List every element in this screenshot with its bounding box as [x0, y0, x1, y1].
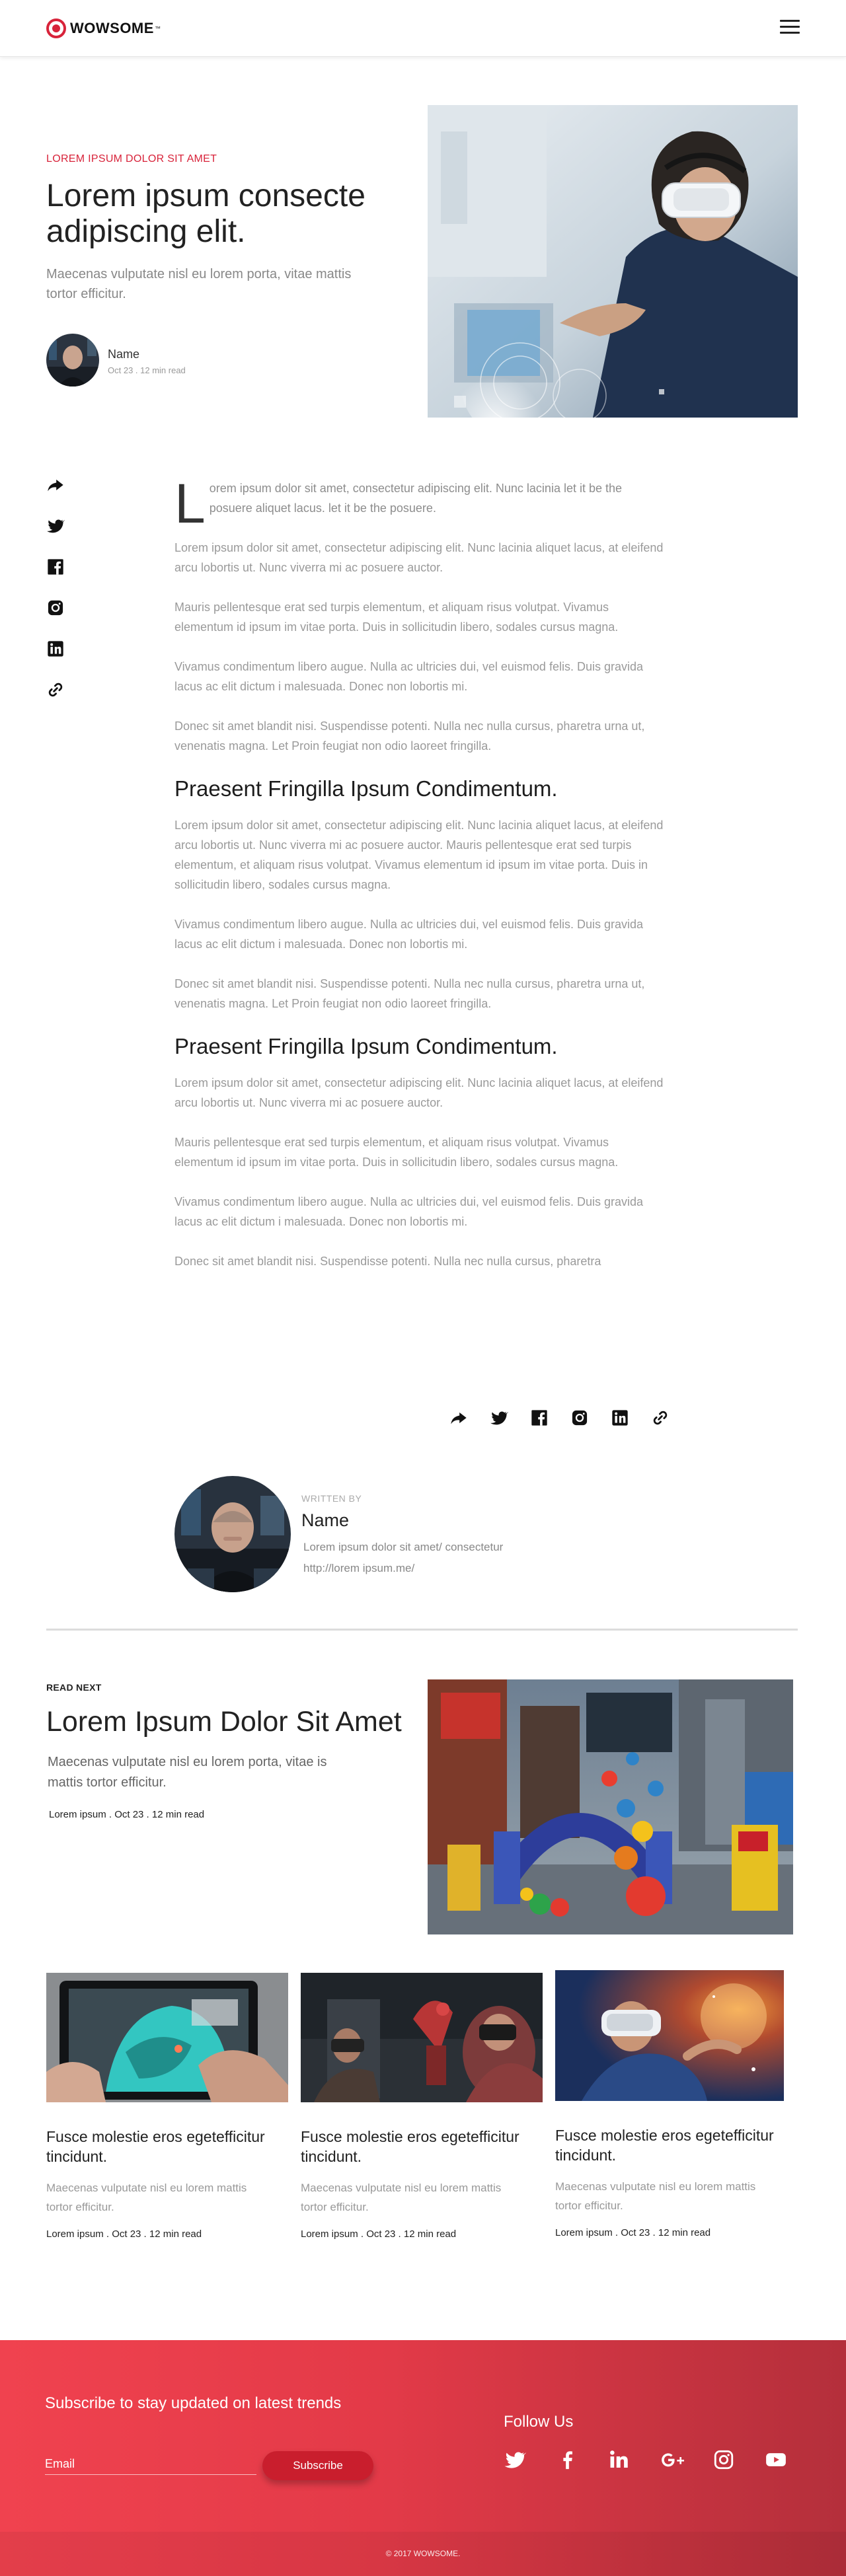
hero-subtitle: Maecenas vulputate nisl eu lorem porta, …	[46, 267, 352, 301]
article-paragraph: Donec sit amet blandit nisi. Suspendisse…	[174, 977, 645, 1010]
article-paragraph: Vivamus condimentum libero augue. Nulla …	[174, 660, 644, 693]
top-navbar: WOWSOME ™	[0, 0, 846, 57]
facebook-icon[interactable]	[46, 558, 65, 576]
card-meta: Lorem ipsum . Oct 23 . 12 min read	[46, 2228, 202, 2240]
card-subtitle: Maecenas vulputate nisl eu lorem mattis …	[301, 2182, 502, 2213]
article-card[interactable]: Fusce molestie eros egetefficitur tincid…	[555, 1970, 806, 2238]
section-heading: Praesent Fringilla Ipsum Condimentum.	[174, 776, 558, 801]
instagram-icon[interactable]	[570, 1409, 589, 1427]
drop-cap: L	[174, 472, 206, 534]
article-paragraph: Lorem ipsum dolor sit amet, consectetur …	[174, 1076, 664, 1109]
logo-icon	[46, 18, 66, 38]
facebook-icon[interactable]	[556, 2448, 578, 2471]
article-card[interactable]: Fusce molestie eros egetefficitur tincid…	[301, 1973, 552, 2240]
card-subtitle: Maecenas vulputate nisl eu lorem mattis …	[555, 2180, 756, 2212]
hero-image	[428, 105, 798, 418]
card-image[interactable]	[555, 1970, 797, 2101]
article-paragraph: Mauris pellentesque erat sed turpis elem…	[174, 601, 619, 634]
author-bio: Lorem ipsum dolor sit amet/ consectetur	[303, 1541, 504, 1553]
written-by-label: WRITTEN BY	[301, 1493, 362, 1504]
email-field-underline	[45, 2474, 256, 2475]
instagram-icon[interactable]	[712, 2448, 735, 2471]
card-meta: Lorem ipsum . Oct 23 . 12 min read	[555, 2227, 711, 2238]
youtube-icon[interactable]	[765, 2448, 787, 2471]
card-subtitle: Maecenas vulputate nisl eu lorem mattis …	[46, 2182, 247, 2213]
author-name[interactable]: Name	[301, 1510, 349, 1531]
section-heading: Praesent Fringilla Ipsum Condimentum.	[174, 1034, 558, 1058]
linkedin-icon[interactable]	[46, 640, 65, 658]
logo-text: WOWSOME	[70, 20, 154, 36]
twitter-icon[interactable]	[504, 2448, 526, 2471]
read-next-subtitle: Maecenas vulputate nisl eu lorem porta, …	[48, 1755, 327, 1790]
read-next-image[interactable]	[428, 1679, 793, 1934]
logo[interactable]: WOWSOME ™	[46, 18, 161, 38]
share-sidebar	[46, 476, 66, 721]
card-title[interactable]: Fusce molestie eros egetefficitur tincid…	[301, 2127, 525, 2166]
share-icon[interactable]	[449, 1409, 468, 1427]
social-links	[504, 2448, 787, 2471]
facebook-icon[interactable]	[530, 1409, 549, 1427]
card-title[interactable]: Fusce molestie eros egetefficitur tincid…	[46, 2127, 271, 2166]
article-paragraph: Donec sit amet blandit nisi. Suspendisse…	[174, 719, 645, 753]
subscribe-button[interactable]: Subscribe	[262, 2451, 373, 2480]
intro-text: orem ipsum dolor sit amet, consectetur a…	[209, 482, 623, 515]
card-title[interactable]: Fusce molestie eros egetefficitur tincid…	[555, 2125, 780, 2165]
subscribe-title: Subscribe to stay updated on latest tren…	[45, 2394, 342, 2412]
author-website-link[interactable]: http://lorem ipsum.me/	[303, 1562, 414, 1575]
author-name[interactable]: Name	[108, 348, 139, 361]
follow-us-title: Follow Us	[504, 2413, 574, 2431]
logo-trademark: ™	[154, 25, 161, 32]
google-plus-icon[interactable]	[660, 2448, 684, 2471]
read-next-label: READ NEXT	[46, 1682, 102, 1693]
linkedin-icon[interactable]	[608, 2448, 631, 2471]
share-bar-bottom	[449, 1409, 670, 1427]
read-next-title[interactable]: Lorem Ipsum Dolor Sit Amet	[46, 1705, 416, 1739]
article-paragraph: Vivamus condimentum libero augue. Nulla …	[174, 1195, 644, 1228]
article-intro: L orem ipsum dolor sit amet, consectetur…	[174, 476, 667, 531]
article-body: L orem ipsum dolor sit amet, consectetur…	[174, 476, 667, 1291]
link-icon[interactable]	[651, 1409, 670, 1427]
article-paragraph: Vivamus condimentum libero augue. Nulla …	[174, 918, 644, 951]
article-paragraph: Donec sit amet blandit nisi. Suspendisse…	[174, 1255, 601, 1268]
section-divider	[46, 1629, 798, 1631]
article-card[interactable]: Fusce molestie eros egetefficitur tincid…	[46, 1973, 297, 2240]
page: WOWSOME ™ LOREM IPSUM DOLOR SIT AMET Lor…	[0, 0, 846, 2576]
read-next-meta: Lorem ipsum . Oct 23 . 12 min read	[49, 1809, 205, 1820]
twitter-icon[interactable]	[46, 517, 65, 535]
hero-title: Lorem ipsum consecte adipiscing elit.	[46, 178, 365, 249]
email-field[interactable]: Email	[45, 2457, 75, 2471]
article-paragraph: Mauris pellentesque erat sed turpis elem…	[174, 1136, 619, 1169]
link-icon[interactable]	[46, 681, 65, 699]
author-avatar[interactable]	[46, 334, 99, 386]
card-meta: Lorem ipsum . Oct 23 . 12 min read	[301, 2228, 457, 2240]
card-image[interactable]	[46, 1973, 288, 2102]
hero-eyebrow: LOREM IPSUM DOLOR SIT AMET	[46, 153, 217, 165]
twitter-icon[interactable]	[490, 1409, 508, 1427]
instagram-icon[interactable]	[46, 599, 65, 617]
post-meta: Oct 23 . 12 min read	[108, 365, 186, 375]
hamburger-icon[interactable]	[780, 20, 800, 36]
share-icon[interactable]	[46, 476, 65, 494]
linkedin-icon[interactable]	[611, 1409, 629, 1427]
footer: Subscribe to stay updated on latest tren…	[0, 2340, 846, 2576]
copyright-text: © 2017 WOWSOME.	[385, 2549, 461, 2558]
card-image[interactable]	[301, 1973, 543, 2102]
article-paragraph: Lorem ipsum dolor sit amet, consectetur …	[174, 819, 664, 891]
article-paragraph: Lorem ipsum dolor sit amet, consectetur …	[174, 541, 664, 574]
author-avatar-large[interactable]	[174, 1476, 291, 1592]
